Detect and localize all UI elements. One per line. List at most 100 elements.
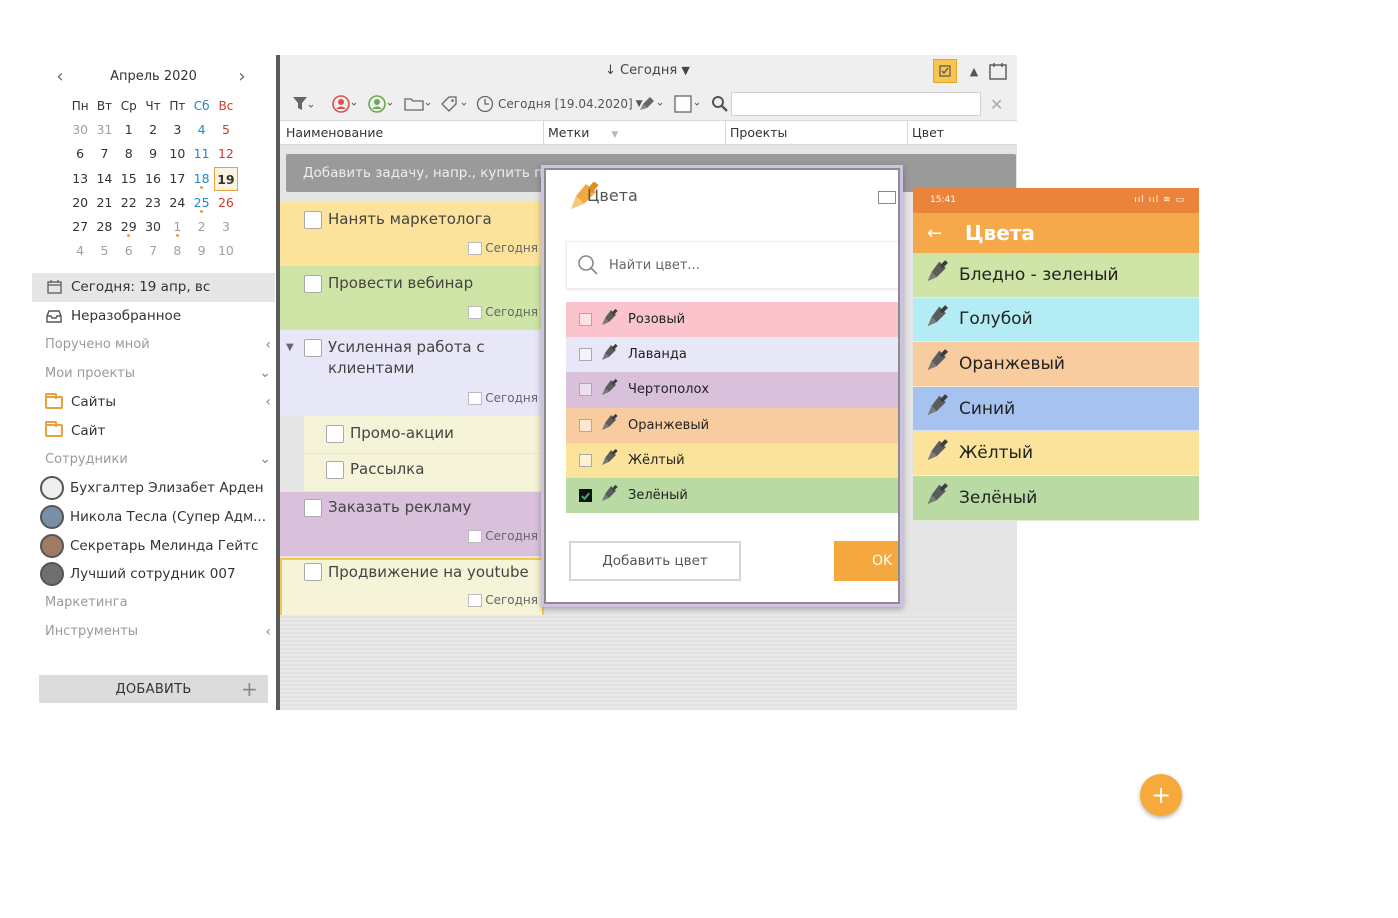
calendar-view-icon[interactable] [986,59,1010,83]
calendar-day[interactable]: 10 [214,239,238,263]
calendar-day[interactable]: 10 [165,142,189,166]
calendar-day[interactable]: 27 [68,215,92,239]
add-button[interactable]: ДОБАВИТЬ + [39,675,268,703]
checklist-toggle-icon[interactable] [933,59,957,83]
task-checkbox[interactable] [304,499,322,517]
sidebar-group-assigned[interactable]: Поручено мной ‹ [32,330,275,359]
calendar-day[interactable]: 12 [214,142,238,166]
task-checkbox[interactable] [326,461,344,479]
calendar-day[interactable]: 7 [92,142,116,166]
calendar-day[interactable]: 8 [165,239,189,263]
column-name[interactable]: Наименование [282,121,544,145]
calendar-day[interactable]: 21 [92,191,116,215]
brush-filter-icon[interactable] [638,94,664,114]
mobile-color-item[interactable]: Бледно - зеленый [913,253,1199,298]
calendar-next-icon[interactable]: › [232,66,252,88]
checkbox-filter-icon[interactable] [674,94,702,114]
sidebar-group-my-projects[interactable]: Мои проекты ⌄ [32,359,275,388]
calendar-day[interactable]: 8 [117,142,141,166]
tag-filter-icon[interactable] [440,94,468,114]
task-row[interactable]: Провести вебинар Сегодня [280,266,544,330]
task-checkbox[interactable] [326,425,344,443]
sidebar-item-employee-2[interactable]: Никола Тесла (Супер Адм... [32,503,275,532]
calendar-day[interactable]: 28 [92,215,116,239]
calendar-day[interactable]: 2 [141,118,165,142]
calendar-day[interactable]: 16 [141,167,165,191]
folder-filter-icon[interactable] [404,94,432,114]
filter-icon[interactable] [292,94,314,114]
calendar-day[interactable]: 18 [189,167,213,191]
user-red-icon[interactable] [332,94,358,114]
mobile-color-item[interactable]: Оранжевый [913,342,1199,387]
subtask-row[interactable]: Рассылка [304,454,544,491]
calendar-day[interactable]: 13 [68,167,92,191]
task-row[interactable]: Нанять маркетолога Сегодня [280,202,544,266]
calendar-day[interactable]: 3 [214,215,238,239]
calendar-day[interactable]: 5 [214,118,238,142]
calendar-day[interactable]: 6 [68,142,92,166]
calendar-day[interactable]: 24 [165,191,189,215]
calendar-day[interactable]: 4 [68,239,92,263]
calendar-day[interactable]: 17 [165,167,189,191]
calendar-day[interactable]: 6 [117,239,141,263]
task-checkbox[interactable] [304,563,322,581]
column-tags[interactable]: Метки ▼ [544,121,726,145]
sidebar-group-employees[interactable]: Сотрудники ⌄ [32,445,275,474]
calendar-day[interactable]: 25 [189,191,213,215]
calendar-day[interactable]: 30 [68,118,92,142]
mobile-color-item[interactable]: Синий [913,386,1199,432]
calendar-prev-icon[interactable]: ‹ [50,66,70,88]
calendar-day[interactable]: 26 [214,191,238,215]
task-checkbox[interactable] [304,275,322,293]
calendar-day[interactable]: 5 [92,239,116,263]
calendar-day[interactable]: 1 [117,118,141,142]
sidebar-item-employee-3[interactable]: Секретарь Мелинда Гейтс [32,531,275,560]
calendar-day[interactable]: 4 [189,118,213,142]
calendar-day[interactable]: 30 [141,215,165,239]
sort-dropdown[interactable]: ↓ Сегодня ▼ [605,63,690,78]
calendar-day-today[interactable]: 19 [213,166,239,191]
caret-down-icon[interactable]: ▼ [286,342,294,353]
calendar-day[interactable]: 7 [141,239,165,263]
calendar-day[interactable]: 15 [117,167,141,191]
calendar-day[interactable]: 2 [189,215,213,239]
calendar-day[interactable]: 9 [189,239,213,263]
sidebar-item-inbox[interactable]: Неразобранное [32,302,275,331]
sidebar-item-project-sites[interactable]: Сайты ‹ [32,388,275,417]
calendar-day[interactable]: 9 [141,142,165,166]
mobile-color-item[interactable]: Зелёный [913,475,1199,521]
calendar-day[interactable]: 31 [92,118,116,142]
search-input[interactable] [731,92,981,116]
task-row-selected[interactable]: Продвижение на youtube Сегодня [280,558,544,617]
clear-search-icon[interactable]: ✕ [990,94,1003,114]
column-projects[interactable]: Проекты [726,121,908,145]
subtask-row[interactable]: Промо-акции [304,416,544,453]
caret-up-icon[interactable]: ▲ [962,59,986,83]
mobile-color-item[interactable]: Голубой [913,297,1199,343]
sidebar-item-today[interactable]: Сегодня: 19 апр, вс [32,273,275,302]
sidebar-item-employee-4[interactable]: Лучший сотрудник 007 [32,560,275,589]
user-green-icon[interactable] [368,94,394,114]
calendar-day[interactable]: 23 [141,191,165,215]
column-color[interactable]: Цвет [908,121,1017,145]
date-filter[interactable]: Сегодня [19.04.2020] ▼ [476,94,643,114]
task-checkbox[interactable] [304,339,322,357]
calendar-day[interactable]: 20 [68,191,92,215]
mobile-color-item[interactable]: Жёлтый [913,431,1199,476]
sidebar-item-employee-1[interactable]: Бухгалтер Элизабет Арден [32,474,275,503]
task-row[interactable]: ▼ Усиленная работа с клиентами Сегодня [280,330,544,416]
avatar [40,504,64,529]
task-checkbox[interactable] [304,211,322,229]
sidebar-group-marketing[interactable]: Маркетинга [32,589,275,618]
back-arrow-icon[interactable]: ← [927,223,943,244]
task-row[interactable]: Заказать рекламу Сегодня [280,492,544,556]
calendar-day[interactable]: 11 [189,142,213,166]
calendar-day[interactable]: 1 [165,215,189,239]
calendar-day[interactable]: 3 [165,118,189,142]
calendar-day[interactable]: 29 [117,215,141,239]
floating-add-button[interactable]: + [1140,774,1182,816]
calendar-day[interactable]: 22 [117,191,141,215]
calendar-day[interactable]: 14 [92,167,116,191]
sidebar-item-project-site[interactable]: Сайт [32,416,275,445]
sidebar-group-tools[interactable]: Инструменты ‹ [32,617,275,646]
